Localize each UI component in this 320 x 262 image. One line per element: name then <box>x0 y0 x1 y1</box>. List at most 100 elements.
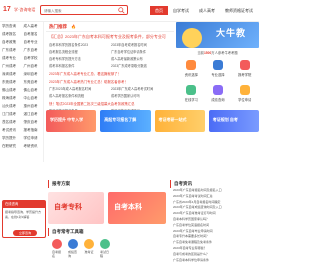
sidebar-link[interactable]: 汕头成考 <box>0 102 22 110</box>
sidebar-link[interactable]: 成考报名 <box>0 30 22 38</box>
news-link[interactable]: 广东自考学位证申请条件 <box>111 49 173 56</box>
sidebar-link[interactable]: 考研资讯 <box>22 142 44 150</box>
sidebar-link[interactable]: 茂名成考 <box>0 118 22 126</box>
service-item[interactable]: 专业选择 <box>205 60 232 77</box>
sidebar-link[interactable]: 广州成考 <box>0 62 22 70</box>
site-header: 17 学·咨询电话 首页 自学考试 成人高考 教师资格证考试 <box>0 0 259 22</box>
news-red-link[interactable]: 2023年广东成人高考热门专业汇总！助报名者参考！ <box>46 78 174 86</box>
tool-item[interactable]: 自考报名 <box>52 239 62 258</box>
nav-home[interactable]: 首页 <box>150 6 168 15</box>
ad-banner[interactable]: 考证考研一站式 <box>154 110 205 132</box>
sidebar-link[interactable]: 惠州自考 <box>22 102 44 110</box>
nav-adult-exam[interactable]: 成人高考 <box>194 6 220 15</box>
tool-row: 自考报名 成绩查询 准考证 考试日程 <box>48 239 110 258</box>
sidebar-link[interactable]: 报考指南 <box>22 126 44 134</box>
plan-card-junior[interactable]: 自考专科 <box>48 192 104 224</box>
news-red-link[interactable]: 快！笔试2023年全国第二批次三级招募大会考务政策汇总 <box>46 100 174 108</box>
sidebar-link[interactable]: 学历提升 <box>0 134 22 142</box>
tool-item[interactable]: 考试日程 <box>100 239 110 258</box>
news-headline[interactable]: 【汇总】2023年广东自考本科可报考专业及报考条件，部分专业可 <box>46 32 174 42</box>
sidebar-link[interactable]: 成人高考 <box>22 22 44 30</box>
service-icon <box>186 85 197 95</box>
sidebar-link[interactable]: 学位申请 <box>22 134 44 142</box>
site-logo[interactable]: 17 <box>3 6 11 13</box>
plan-card-bachelor[interactable]: 自考本科 <box>108 192 166 224</box>
news-red-link[interactable]: 2023年广东成人高考专业汇总，看这篇就够了！ <box>46 70 174 78</box>
ad-text: 学历提升 中专入学 <box>50 117 84 122</box>
news-link[interactable]: 自考报名流程全流程 <box>49 49 111 56</box>
chat-widget: 在线咨询 报考指导咨询，学历提升方案，在线1对1解答 立即咨询 <box>2 200 46 238</box>
sidebar-link[interactable]: 佛山成考 <box>0 86 22 94</box>
ad-banner[interactable]: 高起专可报名了解 <box>100 110 151 132</box>
ad-banner[interactable]: 考证规划 自考 <box>208 110 259 132</box>
chat-body: 报考指导咨询，学历提升方案，在线1对1解答 <box>5 210 42 219</box>
chat-button[interactable]: 立即咨询 <box>13 230 37 236</box>
nav-teacher-cert[interactable]: 教师资格证考试 <box>220 6 258 15</box>
news-link[interactable]: 成人高考报名条件和流程 <box>49 93 111 100</box>
news-link[interactable]: 2023年广东成人高考考试时间 <box>111 86 173 93</box>
news-link[interactable]: 2023广东成考录取分数线 <box>111 63 173 70</box>
service-label: 在线学习 <box>184 98 198 102</box>
sidebar-row: 考试资讯 报考指南 <box>0 126 43 134</box>
sidebar-link[interactable]: 肇庆自考 <box>22 118 44 126</box>
sidebar-link[interactable]: 东莞成考 <box>0 78 22 86</box>
sidebar-link[interactable]: 深圳自考 <box>22 70 44 78</box>
section-title: 自考常考工具箱 <box>48 228 104 236</box>
sidebar-link[interactable]: 考试资讯 <box>0 126 22 134</box>
service-icon <box>186 60 197 70</box>
sidebar-link[interactable]: 东莞自考 <box>22 78 44 86</box>
service-item[interactable]: 学位申请 <box>231 85 258 102</box>
sidebar-link[interactable]: 佛山自考 <box>22 86 44 94</box>
ad-text: 考证规划 自考 <box>212 117 238 122</box>
news-row: 自考报名流程全流程 广东自考学位证申请条件 <box>46 49 174 56</box>
service-item[interactable]: 在线学习 <box>178 85 205 102</box>
search-icon[interactable] <box>118 7 125 14</box>
sidebar-link[interactable]: 自考政策 <box>0 38 22 46</box>
main-nav: 首页 自学考试 成人高考 教师资格证考试 <box>150 6 258 15</box>
service-item[interactable]: 成绩查询 <box>205 85 232 102</box>
tool-item[interactable]: 成绩查询 <box>68 239 78 258</box>
news-row: 成考本科报名条件 2023广东成考录取分数线 <box>46 63 174 70</box>
service-icon <box>239 60 250 70</box>
sidebar-link[interactable]: 江门成考 <box>0 110 22 118</box>
plan-block: 报考方案 自考专科 自考常考工具箱 自考报名 成绩查询 准考证 考试日程 <box>48 180 110 258</box>
sidebar-link[interactable]: 学历查询 <box>0 22 22 30</box>
sidebar-link[interactable]: 自考学校 <box>22 54 44 62</box>
news-header: 热门推荐 🔥 <box>46 22 174 32</box>
sidebar-link[interactable]: 自考报名 <box>22 30 44 38</box>
section-title: 报考方案 <box>48 180 104 188</box>
ad-banner[interactable]: 学历提升 中专入学 <box>46 110 97 132</box>
sidebar-link[interactable]: 深圳成考 <box>0 70 22 78</box>
right-panel: 大牛教 当前1500万人参考牛考考题 资讯选择 专业选择 报考学院 在线学习 成绩查询 学… <box>176 22 259 162</box>
sidebar-link[interactable]: 湛江自考 <box>22 110 44 118</box>
sidebar-link[interactable]: 在职研究 <box>0 142 22 150</box>
news-link[interactable]: 自考专科学历提升方法 <box>49 56 111 63</box>
sidebar-link[interactable]: 广州自考 <box>22 62 44 70</box>
search-input[interactable] <box>44 8 114 13</box>
banner-title: 大牛教 <box>216 28 247 38</box>
info-link[interactable]: 广东自考本科学位申请条件 <box>170 258 259 262</box>
news-link[interactable]: 2023年自考成考报名时间 <box>111 42 173 49</box>
news-link[interactable]: 成考学历国家认可吗 <box>111 93 173 100</box>
tool-label: 自考报名 <box>52 250 62 258</box>
news-link[interactable]: 自考本科学历报名条件2023 <box>49 42 111 49</box>
nav-self-exam[interactable]: 自学考试 <box>168 6 194 15</box>
tool-icon <box>68 239 78 249</box>
news-link[interactable]: 成考本科报名条件 <box>49 63 111 70</box>
news-link[interactable]: 成人高考最新政策公布 <box>111 56 173 63</box>
sidebar-link[interactable]: 成考专业 <box>0 54 22 62</box>
service-item[interactable]: 报考学院 <box>231 60 258 77</box>
promo-banner[interactable]: 大牛教 <box>176 22 259 48</box>
sidebar-row: 成考专业 自考学校 <box>0 54 43 62</box>
tool-label: 准考证 <box>84 250 94 254</box>
news-link[interactable]: 广东2023年成人高考报名时间 <box>49 86 111 93</box>
sidebar-link[interactable]: 广东成考 <box>0 46 22 54</box>
tool-item[interactable]: 准考证 <box>84 239 94 258</box>
ad-text: 考证考研一站式 <box>158 117 187 122</box>
sidebar-link[interactable]: 广东自考 <box>22 46 44 54</box>
service-item[interactable]: 资讯选择 <box>178 60 205 77</box>
sidebar-link[interactable]: 中山自考 <box>22 94 44 102</box>
sidebar-link[interactable]: 珠海成考 <box>0 94 22 102</box>
tool-icon <box>84 239 94 249</box>
sidebar-link[interactable]: 自考专业 <box>22 38 44 46</box>
